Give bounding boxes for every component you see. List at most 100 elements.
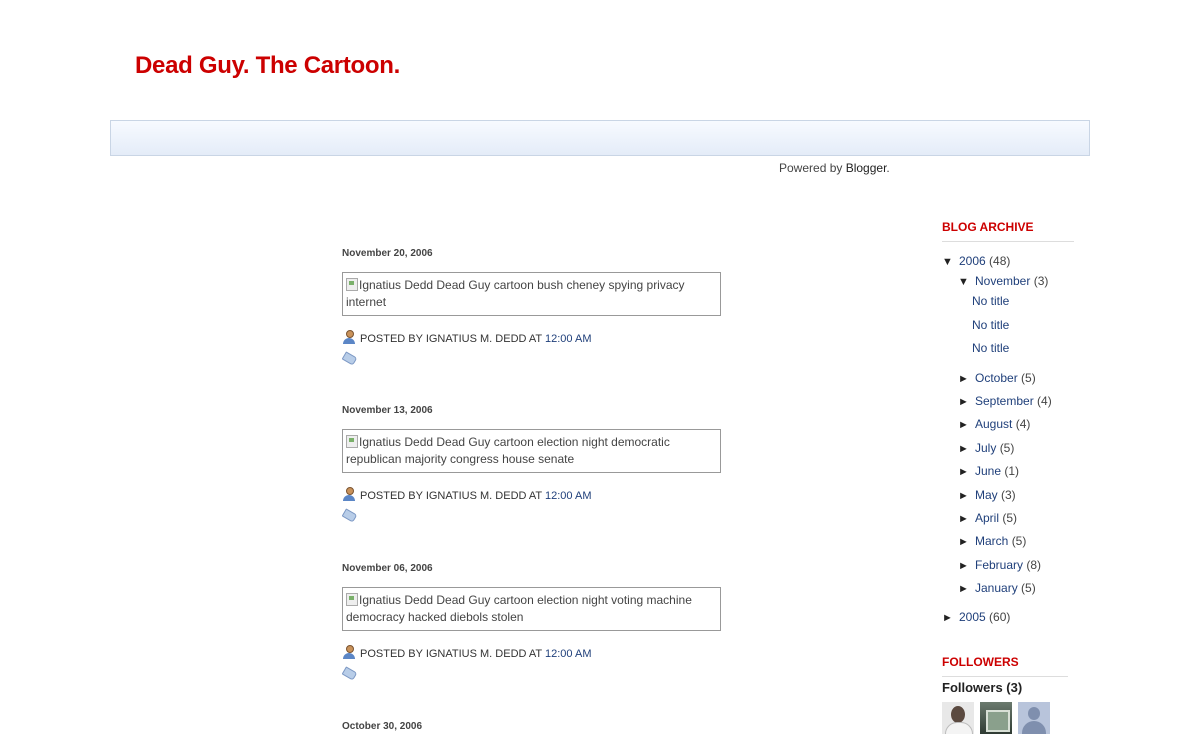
- powered-by-prefix: Powered by: [779, 161, 846, 175]
- archive-year-link[interactable]: 2005: [959, 610, 986, 624]
- archive-year-2006: ▼ 2006 (48): [942, 254, 1010, 268]
- expand-toggle-icon[interactable]: ►: [942, 612, 959, 624]
- expand-toggle-icon[interactable]: ►: [958, 396, 975, 408]
- archive-month: ► January (5): [958, 581, 1036, 595]
- author-icon: [342, 487, 356, 501]
- post-footer: POSTED BY IGNATIUS M. DEDD AT 12:00 AM: [342, 487, 742, 502]
- label-tag-icon: [342, 352, 356, 363]
- archive-month: ► June (1): [958, 464, 1019, 478]
- archive-month-link[interactable]: April: [975, 511, 999, 525]
- archive-month-link[interactable]: September: [975, 394, 1034, 408]
- archive-month-link[interactable]: February: [975, 558, 1023, 572]
- expand-toggle-icon[interactable]: ▼: [958, 276, 975, 288]
- powered-by: Powered by Blogger.: [779, 161, 890, 175]
- navbar-band: [110, 120, 1090, 156]
- archive-month: ► August (4): [958, 417, 1030, 431]
- archive-post-item: No title: [972, 294, 1009, 308]
- post-time-link[interactable]: 12:00 AM: [545, 333, 591, 345]
- broken-image-icon: [346, 435, 358, 448]
- posted-by: POSTED BY IGNATIUS M. DEDD AT: [360, 490, 542, 502]
- post-time-link[interactable]: 12:00 AM: [545, 648, 591, 660]
- label-tag-icon: [342, 509, 356, 520]
- archive-month: ► April (5): [958, 511, 1017, 525]
- post-image-alt: Ignatius Dedd Dead Guy cartoon election …: [346, 593, 692, 624]
- archive-month: ► September (4): [958, 394, 1052, 408]
- post-date: November 20, 2006: [342, 248, 433, 259]
- label-tag-icon: [342, 667, 356, 678]
- expand-toggle-icon[interactable]: ►: [958, 490, 975, 502]
- post-image-alt: Ignatius Dedd Dead Guy cartoon election …: [346, 435, 670, 466]
- archive-month-november: ▼ November (3): [958, 274, 1048, 288]
- follower-avatar[interactable]: [980, 702, 1012, 734]
- blog-archive-title: BLOG ARCHIVE: [942, 220, 1074, 242]
- powered-by-suffix: .: [886, 161, 890, 175]
- archive-count: (8): [1026, 558, 1042, 572]
- archive-year-2005: ► 2005 (60): [942, 610, 1010, 624]
- archive-count: (4): [1015, 417, 1031, 431]
- archive-post-link[interactable]: No title: [972, 341, 1009, 355]
- post-image[interactable]: Ignatius Dedd Dead Guy cartoon bush chen…: [342, 272, 721, 316]
- followers-title: FOLLOWERS: [942, 655, 1068, 677]
- expand-toggle-icon[interactable]: ►: [958, 419, 975, 431]
- followers-count: Followers (3): [942, 680, 1023, 695]
- follower-avatar[interactable]: [1018, 702, 1050, 734]
- archive-year-link[interactable]: 2006: [959, 254, 986, 268]
- broken-image-icon: [346, 593, 358, 606]
- archive-month: ► February (8): [958, 558, 1041, 572]
- archive-post-item: No title: [972, 318, 1009, 332]
- archive-count: (4): [1037, 394, 1052, 408]
- archive-month-link[interactable]: October: [975, 371, 1018, 385]
- archive-count: (5): [1002, 511, 1018, 525]
- archive-month: ► July (5): [958, 441, 1014, 455]
- archive-count: (48): [989, 254, 1011, 268]
- archive-month: ► October (5): [958, 371, 1036, 385]
- archive-month-link[interactable]: November: [975, 274, 1030, 288]
- archive-count: (1): [1004, 464, 1020, 478]
- archive-count: (5): [1021, 371, 1036, 385]
- archive-month-link[interactable]: June: [975, 464, 1001, 478]
- sidebar: BLOG ARCHIVE ▼ 2006 (48) ▼ November (3) No…: [942, 220, 1074, 734]
- post-image-alt: Ignatius Dedd Dead Guy cartoon bush chen…: [346, 278, 685, 309]
- archive-month: ► May (3): [958, 488, 1016, 502]
- archive-post-item: No title: [972, 341, 1009, 355]
- expand-toggle-icon[interactable]: ►: [958, 373, 975, 385]
- expand-toggle-icon[interactable]: ►: [958, 443, 975, 455]
- archive-month-link[interactable]: August: [975, 417, 1012, 431]
- expand-toggle-icon[interactable]: ▼: [942, 256, 959, 268]
- archive-month-link[interactable]: January: [975, 581, 1018, 595]
- post-image[interactable]: Ignatius Dedd Dead Guy cartoon election …: [342, 429, 721, 473]
- broken-image-icon: [346, 278, 358, 291]
- author-icon: [342, 645, 356, 659]
- post-date: November 13, 2006: [342, 405, 433, 416]
- blogger-link[interactable]: Blogger: [846, 161, 887, 175]
- expand-toggle-icon[interactable]: ►: [958, 583, 975, 595]
- blog-title[interactable]: Dead Guy. The Cartoon.: [135, 52, 400, 80]
- post-date: October 30, 2006: [342, 721, 423, 732]
- archive-month-link[interactable]: March: [975, 534, 1008, 548]
- expand-toggle-icon[interactable]: ►: [958, 536, 975, 548]
- post-time-link[interactable]: 12:00 AM: [545, 490, 591, 502]
- follower-avatar[interactable]: [942, 702, 974, 734]
- post-date: November 06, 2006: [342, 563, 433, 574]
- post: November 13, 2006 Ignatius Dedd Dead Guy…: [342, 405, 742, 520]
- archive-post-link[interactable]: No title: [972, 318, 1009, 332]
- archive-count: (60): [989, 610, 1011, 624]
- archive-count: (3): [1033, 274, 1049, 288]
- archive-count: (5): [999, 441, 1015, 455]
- expand-toggle-icon[interactable]: ►: [958, 513, 975, 525]
- archive-count: (3): [1001, 488, 1016, 502]
- archive-post-link[interactable]: No title: [972, 294, 1009, 308]
- archive-count: (5): [1011, 534, 1027, 548]
- post: November 20, 2006 Ignatius Dedd Dead Guy…: [342, 248, 742, 363]
- archive-month: ► March (5): [958, 534, 1026, 548]
- archive-month-link[interactable]: July: [975, 441, 996, 455]
- posted-by: POSTED BY IGNATIUS M. DEDD AT: [360, 333, 542, 345]
- expand-toggle-icon[interactable]: ►: [958, 560, 975, 572]
- post-footer: POSTED BY IGNATIUS M. DEDD AT 12:00 AM: [342, 645, 742, 660]
- author-icon: [342, 330, 356, 344]
- post: October 30, 2006: [342, 721, 742, 732]
- posted-by: POSTED BY IGNATIUS M. DEDD AT: [360, 648, 542, 660]
- archive-month-link[interactable]: May: [975, 488, 998, 502]
- expand-toggle-icon[interactable]: ►: [958, 466, 975, 478]
- post-image[interactable]: Ignatius Dedd Dead Guy cartoon election …: [342, 587, 721, 631]
